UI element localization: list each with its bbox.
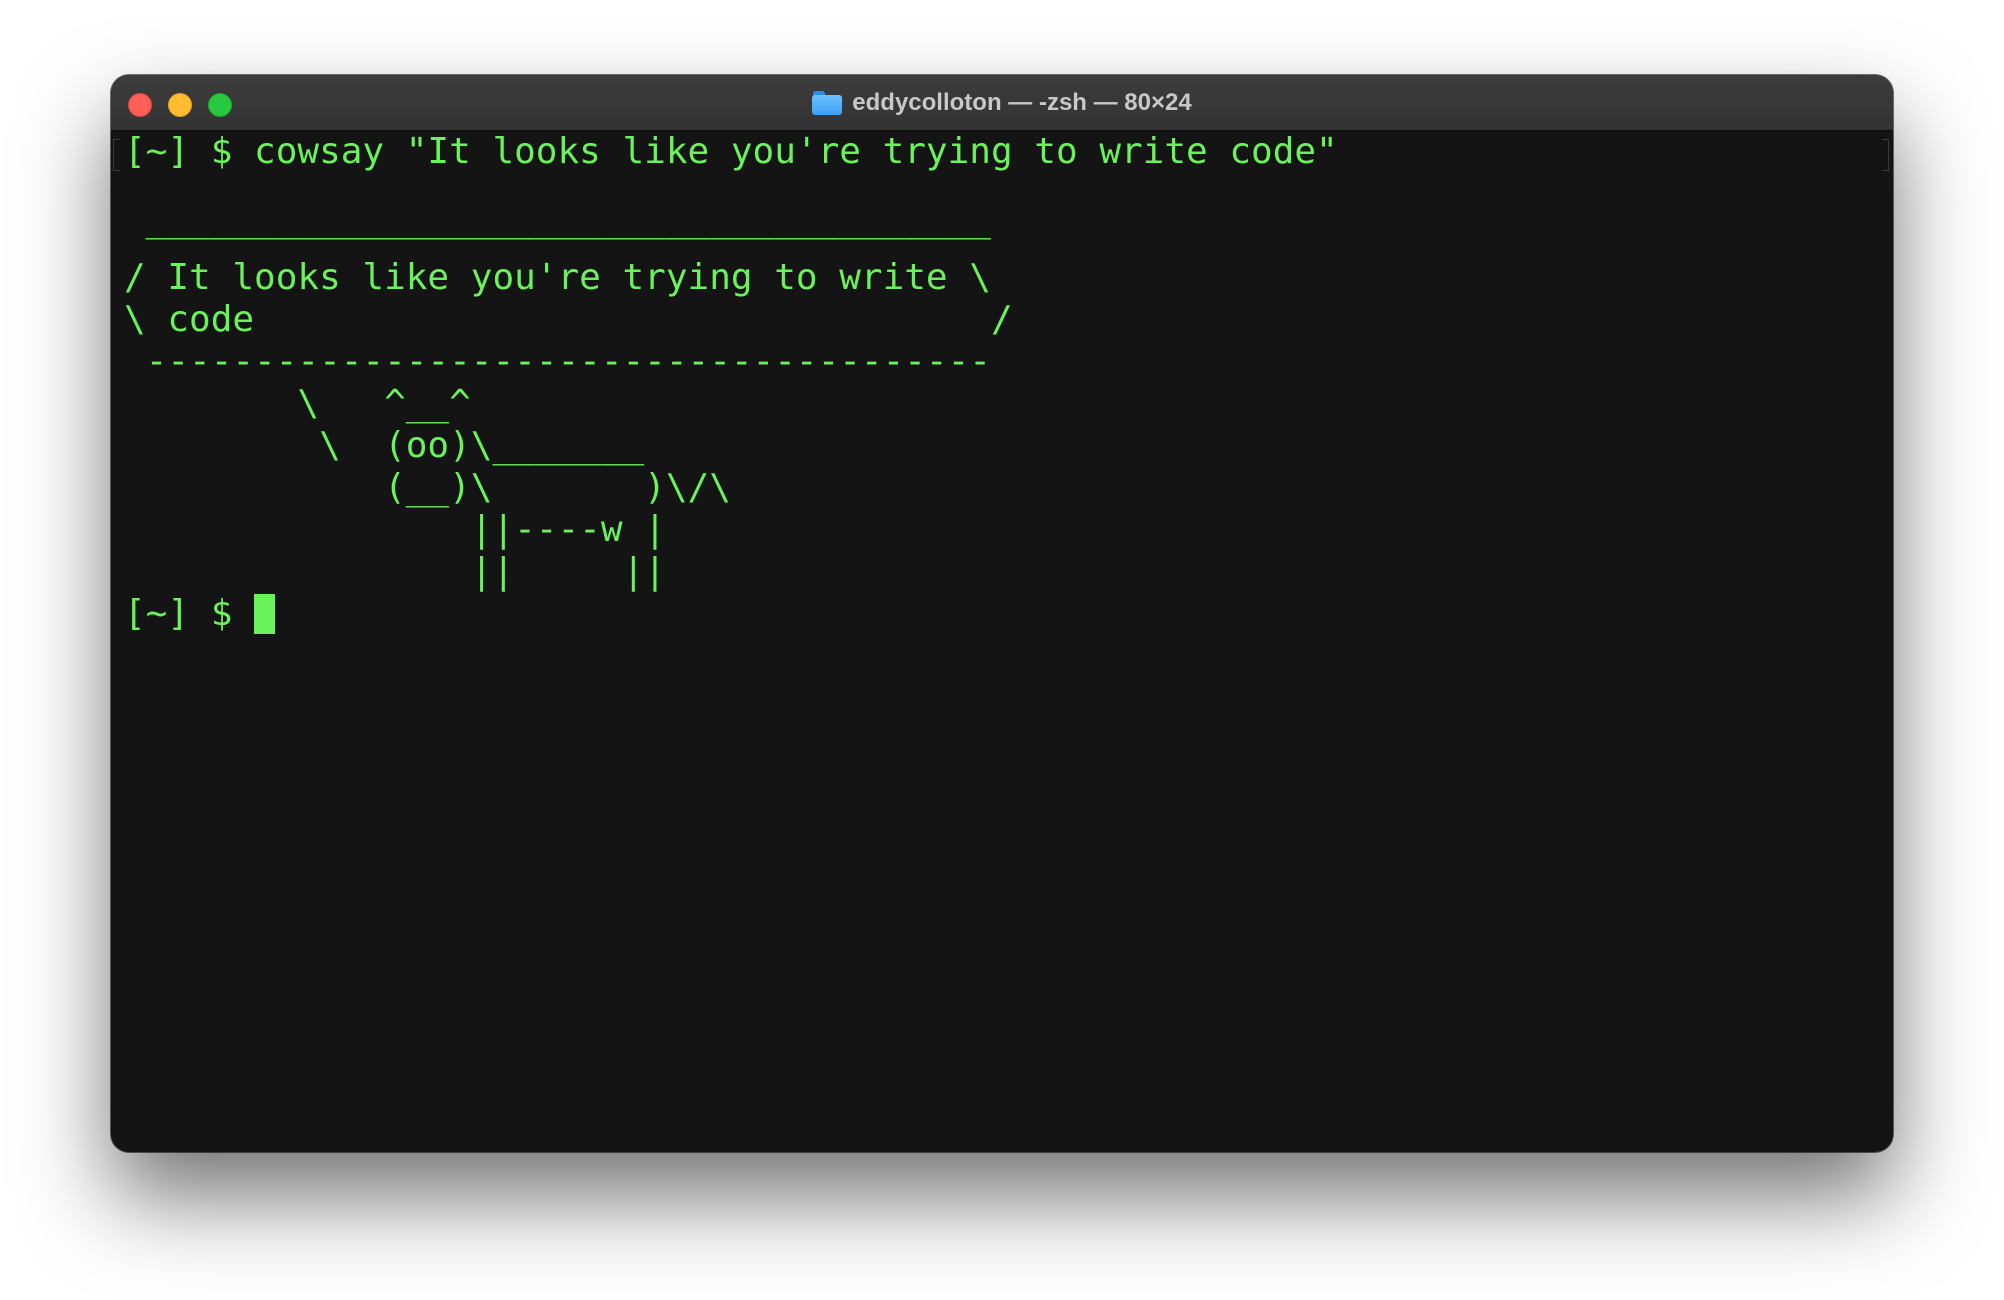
folder-icon xyxy=(812,91,843,115)
speech-bubble-line-1: / It looks like you're trying to write \ xyxy=(124,257,991,298)
window-title: eddycolloton — -zsh — 80×24 xyxy=(852,89,1192,116)
window-title-area: eddycolloton — -zsh — 80×24 xyxy=(111,75,1893,131)
speech-bubble-top: _______________________________________ xyxy=(124,199,991,240)
speech-bubble-line-2: \ code / xyxy=(124,299,1013,340)
cow-line: \ (oo)\_______ xyxy=(124,425,645,466)
command-mark-right xyxy=(1882,139,1889,171)
prompt-line[interactable]: [~] $ xyxy=(124,593,1893,635)
title-bar[interactable]: eddycolloton — -zsh — 80×24 xyxy=(111,75,1893,131)
cow-line: \ ^__^ xyxy=(124,383,471,424)
command-line: [~] $ cowsay "It looks like you're tryin… xyxy=(124,131,1338,172)
speech-bubble-bottom: --------------------------------------- xyxy=(124,341,991,382)
terminal-window: eddycolloton — -zsh — 80×24 [~] $ cowsay… xyxy=(111,75,1893,1152)
cow-line: (__)\ )\/\ xyxy=(124,467,731,508)
cow-line: || || xyxy=(124,551,666,592)
shell-prompt: [~] $ xyxy=(124,593,255,634)
cow-line: ||----w | xyxy=(124,509,666,550)
text-cursor xyxy=(254,594,276,634)
terminal-content[interactable]: [~] $ cowsay "It looks like you're tryin… xyxy=(111,131,1893,1152)
command-mark-left xyxy=(113,139,120,171)
